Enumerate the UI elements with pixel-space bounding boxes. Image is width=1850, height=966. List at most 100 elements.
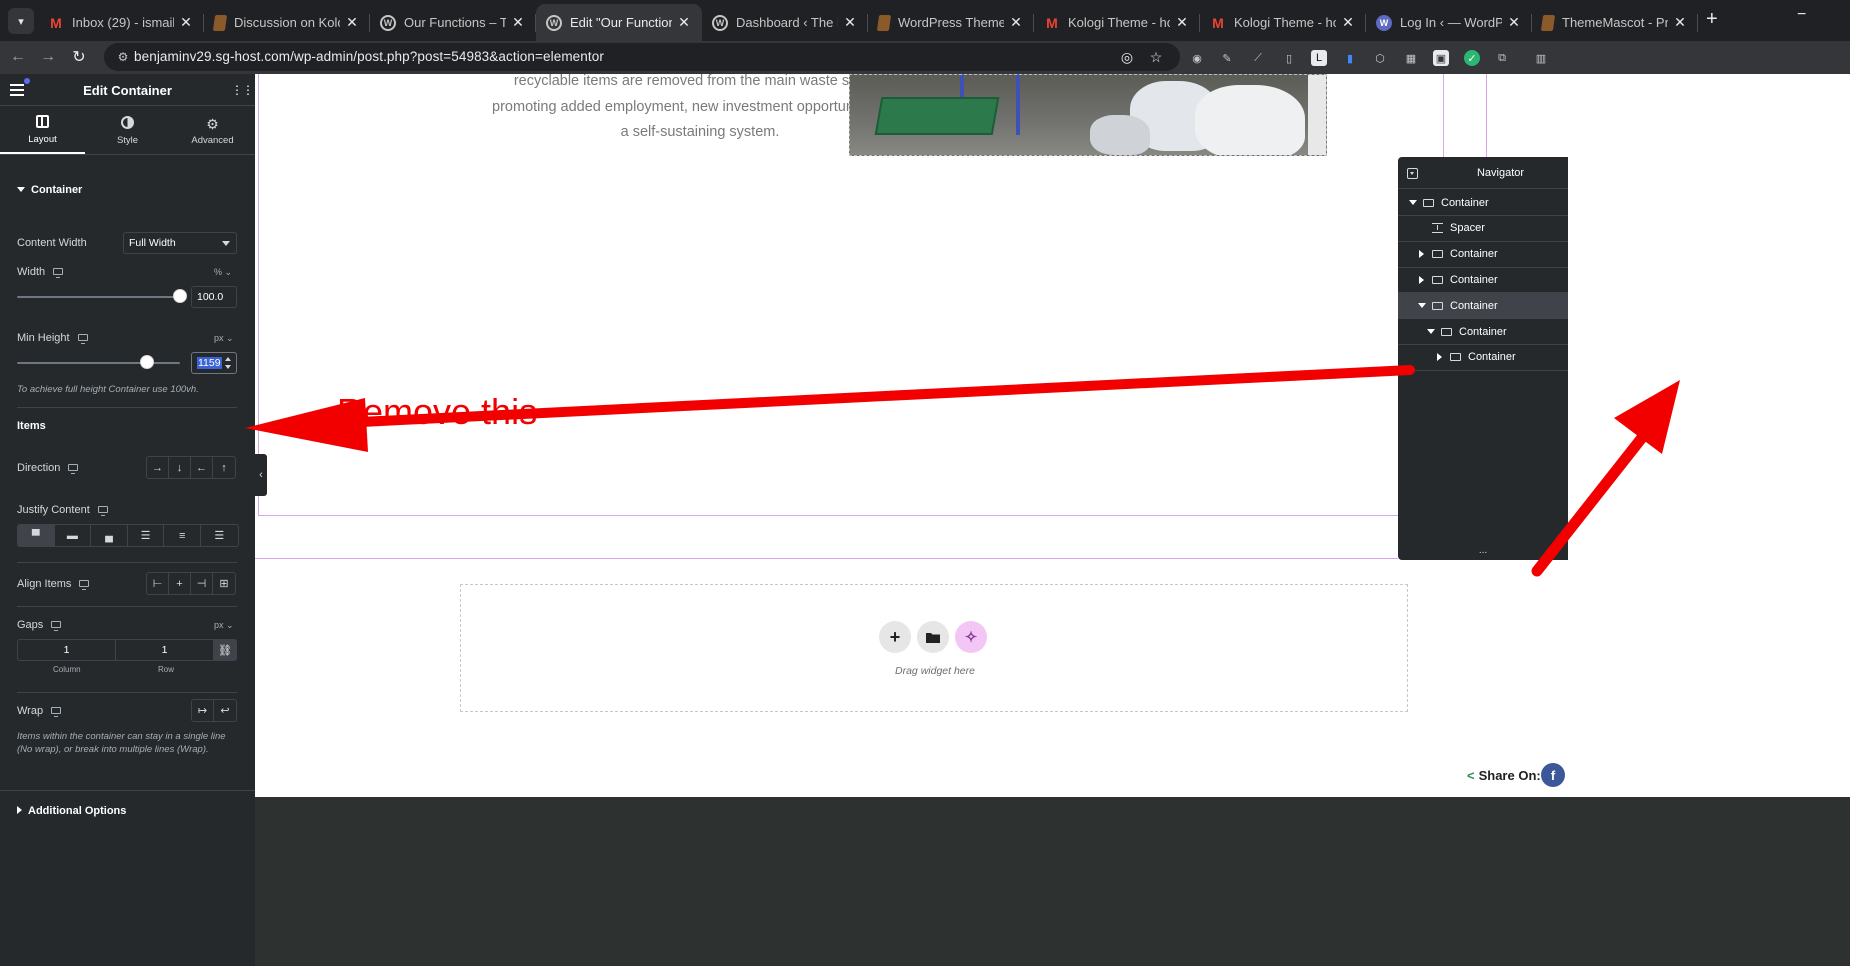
- justify-center-icon[interactable]: ▬: [55, 525, 92, 546]
- width-input[interactable]: 100.0: [191, 286, 237, 308]
- tab-style[interactable]: Style: [85, 107, 170, 154]
- close-icon[interactable]: ✕: [676, 14, 692, 31]
- justify-space-between-icon[interactable]: ☰: [128, 525, 165, 546]
- image-extension-icon[interactable]: ▣: [1433, 50, 1449, 66]
- content-width-select[interactable]: Full Width: [123, 232, 237, 254]
- ai-generate-button[interactable]: ✧: [955, 621, 987, 653]
- close-icon[interactable]: ✕: [1672, 14, 1688, 31]
- navigator-item[interactable]: Container: [1398, 293, 1568, 320]
- wrap-icon[interactable]: ↩: [214, 700, 236, 721]
- direction-column-button[interactable]: ↓: [169, 457, 191, 478]
- justify-space-evenly-icon[interactable]: ☰: [201, 525, 238, 546]
- width-unit-select[interactable]: % ⌄: [214, 267, 232, 278]
- align-stretch-icon[interactable]: ⊞: [213, 573, 235, 594]
- tab-advanced[interactable]: ⚙ Advanced: [170, 107, 255, 154]
- close-icon[interactable]: ✕: [344, 14, 360, 31]
- direction-row-reverse-button[interactable]: ←: [191, 457, 213, 478]
- navigator-item[interactable]: Container: [1398, 190, 1568, 216]
- close-icon[interactable]: ✕: [1340, 14, 1356, 31]
- address-bar[interactable]: ⚙ benjaminv29.sg-host.com/wp-admin/post.…: [104, 43, 1180, 71]
- align-end-icon[interactable]: ⊣: [191, 573, 213, 594]
- caret-down-icon[interactable]: [1409, 200, 1417, 205]
- widgets-grid-icon[interactable]: ⋮⋮: [231, 84, 254, 96]
- gap-column-input[interactable]: 1: [18, 640, 116, 660]
- puzzle-extension-icon[interactable]: ⬡: [1372, 50, 1388, 66]
- desktop-icon[interactable]: [68, 464, 79, 474]
- eye-off-icon[interactable]: ◎: [1118, 48, 1136, 66]
- eyedropper-extension-icon[interactable]: ⟋: [1250, 50, 1266, 66]
- close-icon[interactable]: ✕: [510, 14, 526, 31]
- close-icon[interactable]: ✕: [178, 14, 194, 31]
- browser-tab[interactable]: M Inbox (29) - ismail ✕: [38, 4, 204, 41]
- docs-extension-icon[interactable]: ▮: [1342, 50, 1358, 66]
- browser-tab[interactable]: W Log In ‹ — WordPress ✕: [1366, 4, 1532, 41]
- justify-start-icon[interactable]: ▀: [18, 525, 55, 546]
- browser-tab[interactable]: M Kologi Theme - how ✕: [1200, 4, 1366, 41]
- desktop-icon[interactable]: [79, 580, 90, 590]
- direction-column-reverse-button[interactable]: ↑: [213, 457, 235, 478]
- drop-zone[interactable]: + ✧ Drag widget here: [460, 584, 1408, 712]
- close-icon[interactable]: ✕: [1174, 14, 1190, 31]
- navigator-item[interactable]: Container: [1398, 242, 1568, 268]
- caret-right-icon[interactable]: [1419, 275, 1424, 284]
- desktop-icon[interactable]: [51, 621, 62, 631]
- gap-row-input[interactable]: 1: [116, 640, 214, 660]
- min-height-input[interactable]: 1159: [191, 352, 237, 374]
- additional-options-toggle[interactable]: Additional Options: [17, 805, 126, 817]
- link-icon[interactable]: ⛓: [214, 640, 236, 660]
- direction-row-button[interactable]: →: [147, 457, 169, 478]
- browser-tab[interactable]: WordPress Theme ✕: [868, 4, 1034, 41]
- caret-down-icon[interactable]: [1427, 329, 1435, 334]
- forward-button[interactable]: →: [36, 45, 60, 69]
- navigator-item[interactable]: Container: [1398, 345, 1568, 371]
- align-start-icon[interactable]: ⊢: [147, 573, 169, 594]
- collapse-panel-button[interactable]: ‹: [255, 454, 267, 496]
- extensions-icon[interactable]: ⧉: [1494, 50, 1510, 66]
- keyboard-extension-icon[interactable]: ▦: [1403, 50, 1419, 66]
- browser-tab[interactable]: W Our Functions – The ✕: [370, 4, 536, 41]
- desktop-icon[interactable]: [53, 268, 64, 278]
- width-slider-thumb[interactable]: [173, 289, 187, 303]
- browser-tab[interactable]: W Edit "Our Functions" ✕: [536, 4, 702, 41]
- shield-extension-icon[interactable]: ✓: [1464, 50, 1480, 66]
- caret-down-icon[interactable]: [1418, 303, 1426, 309]
- url-text[interactable]: benjaminv29.sg-host.com/wp-admin/post.ph…: [134, 49, 604, 64]
- camera-extension-icon[interactable]: ◉: [1189, 50, 1205, 66]
- l-extension-icon[interactable]: L: [1311, 50, 1327, 66]
- browser-tab[interactable]: W Dashboard ‹ The Eco ✕: [702, 4, 868, 41]
- navigator-item[interactable]: Container: [1398, 319, 1568, 345]
- side-panel-icon[interactable]: ▥: [1533, 50, 1549, 66]
- close-icon[interactable]: ✕: [1506, 14, 1522, 31]
- min-height-unit-select[interactable]: px ⌄: [214, 333, 234, 344]
- navigator-item[interactable]: Container: [1398, 267, 1568, 294]
- desktop-icon[interactable]: [77, 334, 88, 344]
- min-height-slider-track[interactable]: [17, 362, 180, 364]
- browser-tab[interactable]: M Kologi Theme - how ✕: [1034, 4, 1200, 41]
- template-library-button[interactable]: [917, 621, 949, 653]
- justify-end-icon[interactable]: ▄: [91, 525, 128, 546]
- tab-search-button[interactable]: ▾: [8, 8, 34, 34]
- navigator-item[interactable]: Spacer: [1398, 216, 1568, 242]
- browser-tab[interactable]: ThemeMascot - Pro ✕: [1532, 4, 1698, 41]
- facebook-share-button[interactable]: f: [1541, 763, 1565, 787]
- new-tab-button[interactable]: +: [1706, 8, 1718, 31]
- no-wrap-icon[interactable]: ↦: [192, 700, 214, 721]
- reload-button[interactable]: ↻: [67, 45, 91, 69]
- back-button[interactable]: ←: [6, 45, 30, 69]
- tab-layout[interactable]: Layout: [0, 107, 85, 154]
- pin-extension-icon[interactable]: ✎: [1219, 50, 1235, 66]
- site-info-icon[interactable]: ⚙: [114, 48, 132, 66]
- close-icon[interactable]: ✕: [842, 14, 858, 31]
- phone-extension-icon[interactable]: ▯: [1281, 50, 1297, 66]
- bookmark-star-icon[interactable]: ☆: [1147, 48, 1165, 66]
- close-icon[interactable]: ✕: [1008, 14, 1024, 31]
- desktop-icon[interactable]: [97, 506, 108, 516]
- caret-right-icon[interactable]: [1419, 250, 1424, 259]
- justify-space-around-icon[interactable]: ≡: [164, 525, 201, 546]
- spinner-icon[interactable]: [225, 357, 232, 369]
- minimize-window-button[interactable]: −: [1797, 6, 1806, 24]
- width-slider-track[interactable]: [17, 296, 180, 298]
- recycling-photo[interactable]: [849, 74, 1327, 156]
- browser-tab[interactable]: Discussion on Kologi ✕: [204, 4, 370, 41]
- min-height-slider-thumb[interactable]: [140, 355, 155, 369]
